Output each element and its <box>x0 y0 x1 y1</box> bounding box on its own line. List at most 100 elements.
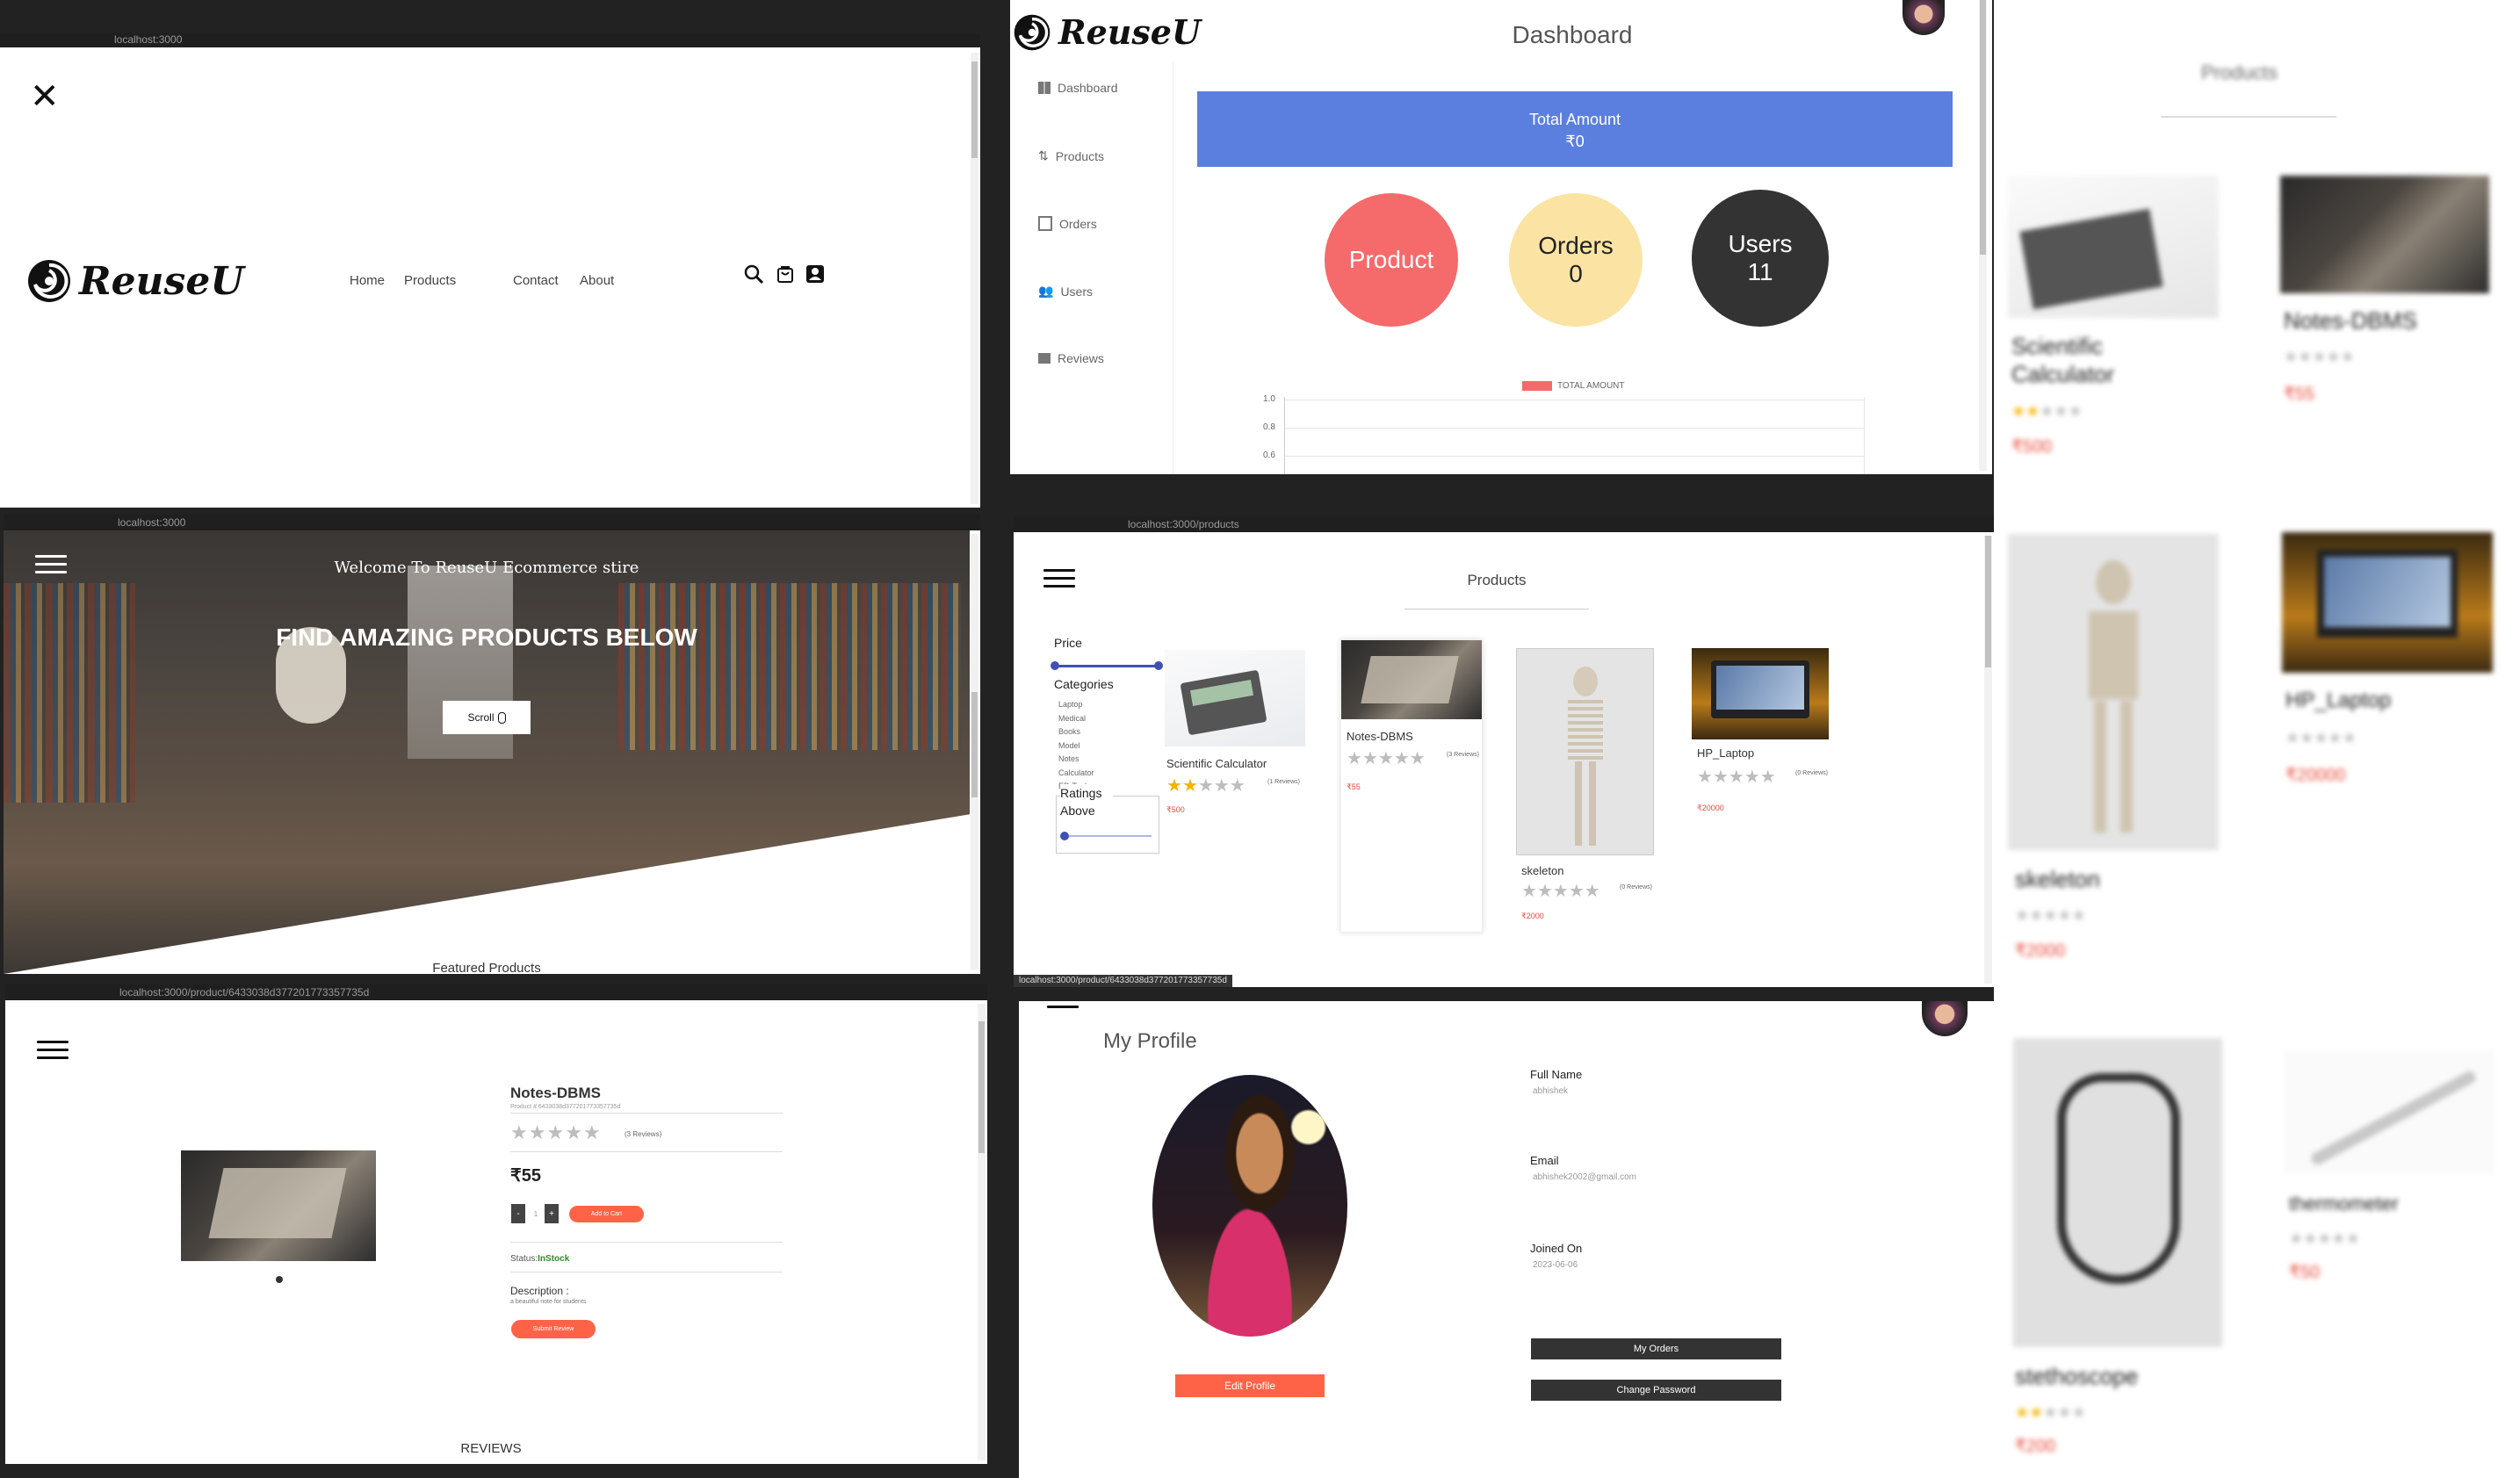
star-icon: ★ <box>2285 729 2300 746</box>
star-icon: ★ <box>2312 348 2327 365</box>
product-card[interactable]: Notes-DBMS ★★★★★ ₹55 <box>2280 176 2500 439</box>
category-item[interactable]: Calculator <box>1058 767 1094 781</box>
browser-address-bar[interactable]: localhost:3000/product/6433038d377201773… <box>5 984 987 1000</box>
sidebar-item-products[interactable]: ⇅ Products <box>1038 148 1104 163</box>
account-icon[interactable] <box>805 263 826 285</box>
product-card[interactable]: Scientific Calculator ★★★★★ (1 Reviews) … <box>1165 650 1305 817</box>
browser-address-bar[interactable]: localhost:3000 <box>0 33 980 47</box>
star-icon: ★ <box>2029 906 2044 924</box>
product-card[interactable]: thermometer ★★★★★ ₹50 <box>2284 1050 2503 1296</box>
product-name: Notes-DBMS <box>510 1085 601 1101</box>
submit-review-button[interactable]: Submit Review <box>511 1320 596 1338</box>
user-avatar[interactable] <box>1922 1001 1968 1036</box>
sidebar-item-reviews[interactable]: Reviews <box>1038 351 1104 365</box>
nav-home[interactable]: Home <box>350 273 385 288</box>
product-card[interactable]: skeleton ★★★★★ ₹2000 <box>2008 534 2254 973</box>
product-card[interactable]: Notes-DBMS ★★★★★ (3 Reviews) ₹55 <box>1340 639 1483 933</box>
change-password-button[interactable]: Change Password <box>1531 1380 1781 1401</box>
product-card[interactable]: HP_Laptop ★★★★★ ₹20000 <box>2282 532 2502 796</box>
my-orders-button[interactable]: My Orders <box>1531 1338 1781 1359</box>
product-card[interactable]: stethoscope ★★★★★ ₹200 <box>2013 1038 2250 1460</box>
star-icon: ★ <box>2303 1229 2318 1247</box>
category-item[interactable]: Laptop <box>1058 698 1094 712</box>
star-icon: ★ <box>2342 729 2357 746</box>
star-icon: ★ <box>1213 776 1230 796</box>
cart-icon[interactable] <box>775 263 796 285</box>
ratings-filter: Ratings Above <box>1056 784 1159 854</box>
logo[interactable]: ReuseU <box>26 258 244 304</box>
slider-thumb-min[interactable] <box>1051 661 1059 670</box>
product-image <box>1516 648 1654 855</box>
page-title: Dashboard <box>1512 21 1633 48</box>
star-icon: ★ <box>1568 882 1585 901</box>
close-icon[interactable]: ✕ <box>30 79 60 114</box>
nav-products[interactable]: Products <box>404 273 456 288</box>
decrease-quantity-button[interactable]: - <box>511 1204 525 1223</box>
category-item[interactable]: Books <box>1058 725 1094 739</box>
scrollbar[interactable] <box>971 53 978 504</box>
add-to-cart-button[interactable]: Add to Cart <box>569 1206 644 1222</box>
categories-label: Categories <box>1054 677 1114 691</box>
review-count[interactable]: (3 Reviews) <box>625 1130 661 1138</box>
divider <box>2161 116 2336 118</box>
star-icon: ★ <box>1759 768 1776 787</box>
category-item[interactable]: Notes <box>1058 753 1094 767</box>
search-icon[interactable] <box>743 263 764 285</box>
review-icon <box>1038 353 1051 364</box>
product-image <box>181 1150 376 1261</box>
star-icon: ★ <box>2345 1229 2360 1247</box>
users-count-circle[interactable]: Users 11 <box>1692 190 1829 327</box>
y-tick-label: 0.6 <box>1263 451 1275 460</box>
nav-contact[interactable]: Contact <box>513 273 559 288</box>
quantity-input[interactable]: 1 <box>527 1204 545 1223</box>
logo-swirl-icon <box>1014 14 1051 50</box>
slider-thumb[interactable] <box>1060 832 1069 840</box>
star-icon: ★ <box>2314 729 2329 746</box>
ratings-slider[interactable] <box>1060 832 1152 840</box>
scroll-button[interactable]: Scroll <box>443 701 531 734</box>
sidebar-item-orders[interactable]: Orders <box>1038 216 1097 231</box>
carousel-dot[interactable] <box>276 1276 283 1283</box>
sidebar-item-dashboard[interactable]: Dashboard <box>1038 81 1118 95</box>
edit-profile-button[interactable]: Edit Profile <box>1175 1374 1325 1397</box>
sidebar-item-users[interactable]: 👥 Users <box>1038 284 1093 299</box>
browser-address-bar[interactable]: localhost:3000 <box>4 515 980 530</box>
home-navbar-panel: localhost:3000 ✕ ReuseU Home Products Co… <box>0 33 980 508</box>
review-count: (0 Reviews) <box>1620 884 1652 890</box>
orders-count-circle[interactable]: Orders 0 <box>1509 193 1643 327</box>
slider-thumb-max[interactable] <box>1154 661 1163 670</box>
circle-label: Users <box>1728 230 1793 257</box>
star-icon: ★ <box>2057 906 2072 924</box>
star-icon: ★ <box>2054 402 2069 420</box>
star-icon: ★ <box>510 1121 529 1143</box>
product-name: HP_Laptop <box>1697 746 1755 760</box>
product-card[interactable]: HP_Laptop ★★★★★ (0 Reviews) ₹20000 <box>1692 648 1832 824</box>
product-name: Notes-DBMS <box>1347 730 1413 743</box>
hamburger-menu-icon[interactable] <box>37 1035 69 1062</box>
product-count-circle[interactable]: Product <box>1325 193 1458 327</box>
scrollbar[interactable] <box>1984 536 1992 984</box>
star-icon: ★ <box>1712 768 1729 787</box>
scrollbar[interactable] <box>978 1004 986 1460</box>
increase-quantity-button[interactable]: + <box>545 1204 559 1223</box>
star-icon: ★ <box>1347 749 1362 768</box>
category-item[interactable]: Model <box>1058 739 1094 753</box>
product-card[interactable]: Scientific Calculator ★★★★★ ₹500 <box>2008 176 2254 474</box>
hamburger-menu-icon[interactable] <box>1047 1001 1079 1019</box>
product-name: HP_Laptop <box>2285 689 2392 712</box>
scrollbar[interactable] <box>1979 0 1987 471</box>
product-card[interactable]: skeleton ★★★★★ (0 Reviews) ₹2000 <box>1516 648 1657 947</box>
nav-about[interactable]: About <box>580 273 614 288</box>
rating-stars: ★★★★★ <box>2289 1229 2360 1248</box>
category-item[interactable]: Medical <box>1058 712 1094 726</box>
star-icon: ★ <box>1552 882 1569 901</box>
sidebar-item-label: Users <box>1060 284 1093 299</box>
product-price: ₹500 <box>2011 437 2053 457</box>
star-icon: ★ <box>2300 729 2314 746</box>
description-label: Description : <box>510 1285 569 1297</box>
price-range-slider[interactable] <box>1051 661 1163 670</box>
legend-swatch <box>1522 381 1552 391</box>
browser-address-bar[interactable]: localhost:3000/products <box>1014 516 1994 532</box>
scrollbar[interactable] <box>971 534 978 970</box>
total-amount-value: ₹0 <box>1565 133 1585 150</box>
